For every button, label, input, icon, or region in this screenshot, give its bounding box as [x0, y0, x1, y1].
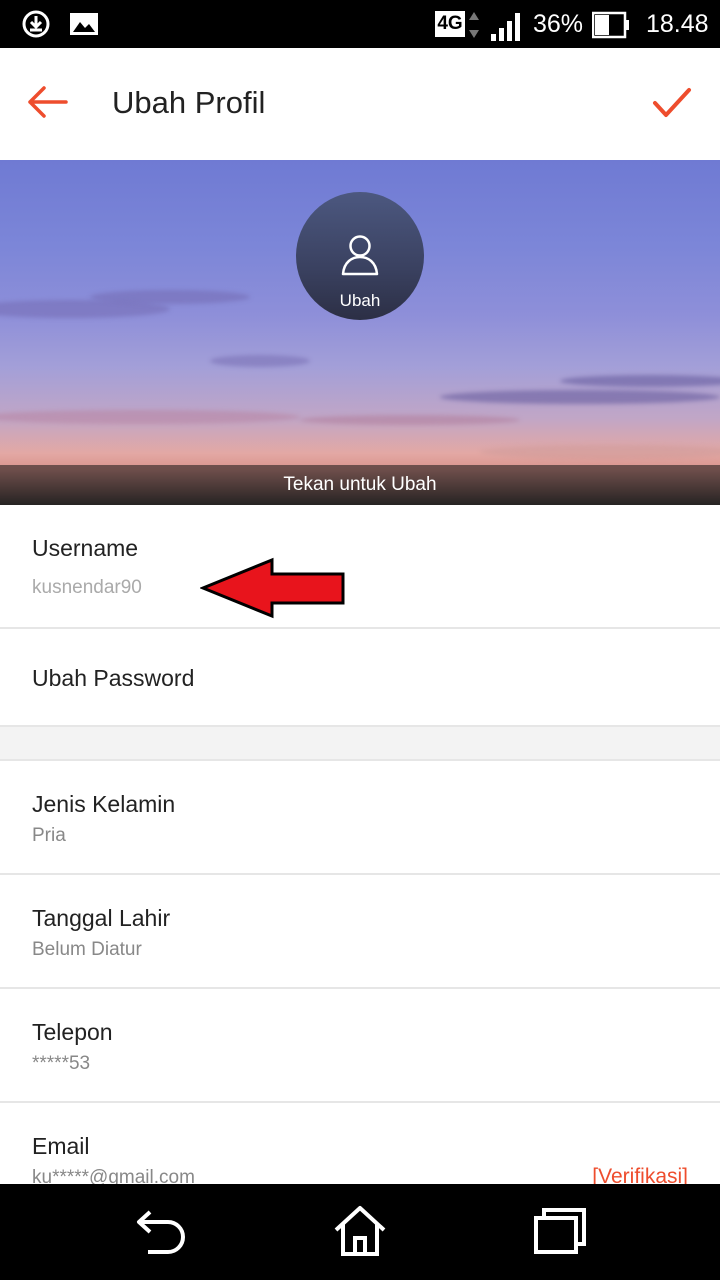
- status-bar: 4G 36% 18.48: [0, 0, 720, 48]
- avatar-button[interactable]: Ubah: [296, 192, 424, 320]
- username-row[interactable]: Username kusnendar90: [0, 505, 720, 629]
- recent-apps-icon[interactable]: [532, 1204, 588, 1258]
- gender-label: Jenis Kelamin: [32, 791, 176, 817]
- username-value: kusnendar90: [32, 577, 142, 598]
- page-title: Ubah Profil: [112, 85, 266, 120]
- cover-photo[interactable]: Ubah Tekan untuk Ubah: [0, 160, 720, 505]
- check-icon[interactable]: [652, 87, 692, 119]
- phone-value: *****53: [32, 1053, 91, 1074]
- signal-icon: [491, 13, 520, 41]
- battery-percent: 36%: [533, 10, 584, 38]
- gender-row[interactable]: Jenis Kelamin Pria: [0, 761, 720, 875]
- birthdate-row[interactable]: Tanggal Lahir Belum Diatur: [0, 875, 720, 989]
- data-activity-icon: [469, 12, 479, 38]
- image-icon: [70, 13, 98, 35]
- email-label: Email: [32, 1133, 90, 1159]
- clock: 18.48: [646, 10, 709, 38]
- phone-label: Telepon: [32, 1019, 113, 1045]
- birthdate-value: Belum Diatur: [32, 939, 142, 960]
- cover-hint: Tekan untuk Ubah: [283, 474, 437, 495]
- app-bar: Ubah Profil: [0, 48, 720, 160]
- gender-value: Pria: [32, 825, 66, 846]
- battery-icon: [592, 11, 629, 39]
- user-icon: [341, 235, 379, 276]
- birthdate-label: Tanggal Lahir: [32, 905, 171, 931]
- back-nav-icon[interactable]: [134, 1204, 188, 1256]
- download-icon: [22, 10, 50, 38]
- phone-row[interactable]: Telepon *****53: [0, 989, 720, 1103]
- avatar-label: Ubah: [339, 291, 381, 310]
- red-arrow-annotation: [200, 557, 345, 619]
- cover-hint-strip[interactable]: Tekan untuk Ubah: [0, 465, 720, 505]
- change-password-row[interactable]: Ubah Password: [0, 629, 720, 727]
- section-divider: [0, 727, 720, 761]
- system-nav-bar: [0, 1184, 720, 1280]
- home-nav-icon[interactable]: [332, 1204, 388, 1258]
- change-password-label: Ubah Password: [32, 665, 195, 691]
- back-arrow-icon[interactable]: [26, 85, 68, 119]
- network-type-badge: 4G: [435, 11, 465, 37]
- username-label: Username: [32, 535, 139, 561]
